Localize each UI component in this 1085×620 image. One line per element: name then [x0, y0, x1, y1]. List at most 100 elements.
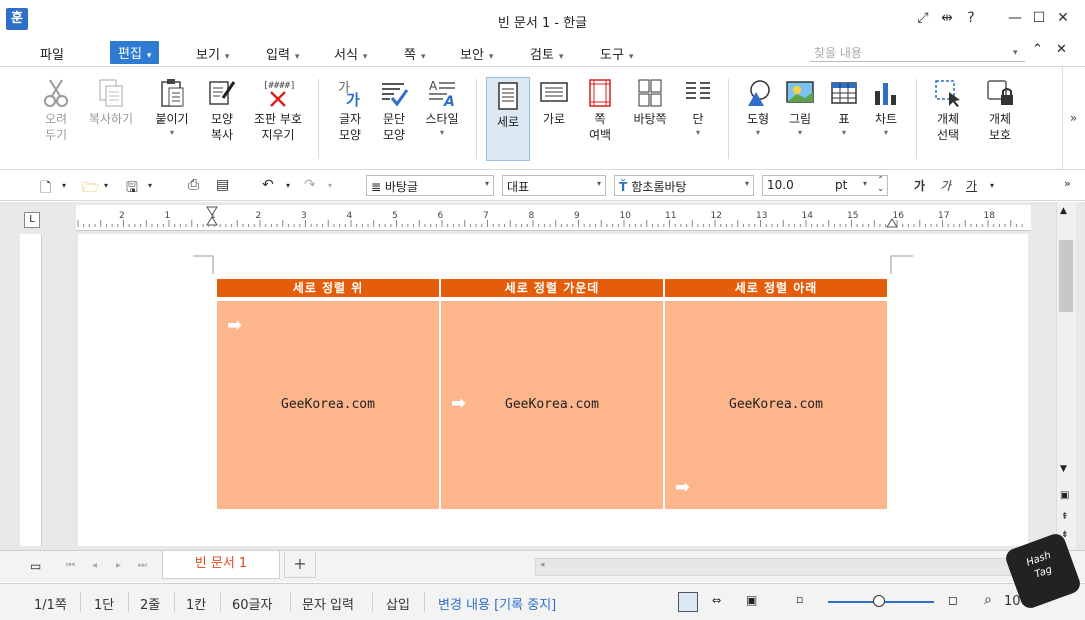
style-select[interactable]: ≣ 바탕글 ▾	[366, 175, 494, 196]
maximize-icon[interactable]: ☐	[1028, 10, 1050, 26]
style-dropdown-icon[interactable]: ▾	[416, 127, 468, 139]
menu-page[interactable]: 쪽 ▾	[404, 44, 426, 63]
object-protect-button[interactable]: 개체 보호	[974, 75, 1026, 143]
prev-tab-icon[interactable]: ◂	[92, 560, 97, 571]
columns-button[interactable]: 단 ▾	[672, 75, 724, 139]
chart-dropdown-icon[interactable]: ▾	[860, 127, 912, 139]
redo-icon[interactable]: ↷	[304, 177, 316, 193]
horizontal-ruler[interactable]: 2 1 1 2 3 4 5 6 7 8 9 10 11 12 13 14 15 16 17 18	[76, 205, 1031, 231]
fullscreen-icon[interactable]: ⤢	[912, 10, 934, 26]
menu-edit[interactable]: 편집 ▾	[110, 41, 160, 64]
new-dropdown-icon[interactable]: ▾	[62, 181, 66, 190]
ruler-label: 10	[620, 211, 632, 221]
cut-button[interactable]: 오려 두기	[30, 75, 82, 143]
menu-tools[interactable]: 도구 ▾	[600, 44, 633, 63]
zoom-out-icon[interactable]: ▫	[796, 593, 803, 606]
menu-security[interactable]: 보안 ▾	[460, 44, 493, 63]
italic-button[interactable]: 가	[940, 177, 951, 194]
columns-dropdown-icon[interactable]: ▾	[672, 127, 724, 139]
table-header-cell[interactable]: 세로 정렬 가운데	[441, 279, 663, 297]
menu-view[interactable]: 보기 ▾	[196, 44, 229, 63]
help-icon[interactable]: ?	[960, 10, 982, 26]
open-dropdown-icon[interactable]: ▾	[104, 181, 108, 190]
normal-view-icon[interactable]	[678, 592, 698, 612]
scroll-down-icon[interactable]: ▼	[1060, 464, 1067, 474]
first-tab-icon[interactable]: ⏮	[66, 560, 75, 571]
ruler-label: 9	[574, 211, 580, 221]
table-cell-middle[interactable]: ➡ GeeKorea.com	[441, 301, 663, 509]
scroll-up-icon[interactable]: ▲	[1060, 206, 1067, 216]
horizontal-scrollbar[interactable]: ◂	[535, 558, 1015, 576]
copy-icon	[82, 75, 140, 111]
status-insert-mode[interactable]: 삽입	[386, 594, 410, 613]
menu-file[interactable]: 파일	[40, 44, 64, 63]
ribbon-collapse-icon[interactable]: ⌃	[1032, 42, 1043, 57]
undo-dropdown-icon[interactable]: ▾	[286, 181, 290, 190]
minimize-icon[interactable]: —	[1004, 10, 1026, 26]
page-margin-button[interactable]: 쪽 여백	[574, 75, 626, 143]
vertical-orientation-button[interactable]: 세로	[486, 77, 530, 161]
zoom-in-icon[interactable]: ◻	[948, 593, 958, 607]
status-input-mode[interactable]: 문자 입력	[302, 594, 354, 613]
print-icon[interactable]: ⎙	[188, 177, 199, 193]
scroll-left-icon[interactable]: ◂	[540, 560, 545, 570]
table-cell-top[interactable]: ➡ GeeKorea.com	[217, 301, 439, 509]
table-header-cell[interactable]: 세로 정렬 아래	[665, 279, 887, 297]
new-document-icon[interactable]: 🗋	[40, 177, 51, 201]
zoom-magnifier-icon[interactable]: ⌕	[984, 592, 992, 608]
add-tab-button[interactable]: +	[284, 552, 316, 578]
underline-dropdown-icon[interactable]: ▾	[990, 181, 994, 190]
status-track-changes[interactable]: 변경 내용 [기록 중지]	[438, 594, 556, 613]
last-tab-icon[interactable]: ⏭	[138, 560, 147, 571]
preview-icon[interactable]: ▤	[216, 177, 229, 193]
chart-button[interactable]: 차트 ▾	[860, 75, 912, 139]
page-view-icon[interactable]: ▣	[1060, 490, 1069, 501]
save-icon[interactable]: 🖫	[126, 177, 138, 201]
format-copy-button[interactable]: 모양 복사	[196, 75, 248, 143]
doc-close-icon[interactable]: ✕	[1056, 42, 1067, 57]
paste-dropdown-icon[interactable]: ▾	[146, 127, 198, 139]
vertical-scroll-thumb[interactable]	[1059, 240, 1073, 312]
next-tab-icon[interactable]: ▸	[116, 560, 121, 571]
style-button[interactable]: AA 스타일 ▾	[416, 75, 468, 139]
clear-marks-button[interactable]: [####] 조판 부호 지우기	[246, 75, 310, 143]
para-shape-button[interactable]: 문단 모양	[368, 75, 420, 143]
font-size-spinner[interactable]: ⌃ ⌄	[877, 175, 884, 193]
toolbar-expand-icon[interactable]: »	[1064, 177, 1071, 190]
save-dropdown-icon[interactable]: ▾	[148, 181, 152, 190]
ribbon-expand-icon[interactable]: »	[1062, 67, 1084, 169]
bold-button[interactable]: 가	[914, 177, 925, 194]
status-page[interactable]: 1/1쪽	[34, 594, 67, 613]
table-header-cell[interactable]: 세로 정렬 위	[217, 279, 439, 297]
font-select[interactable]: Ť 함초롬바탕 ▾	[614, 175, 754, 196]
close-icon[interactable]: ✕	[1052, 10, 1074, 26]
background-page-button[interactable]: 바탕쪽	[624, 75, 676, 127]
paste-button[interactable]: 붙이기 ▾	[146, 75, 198, 139]
prev-page-icon[interactable]: ⇞	[1061, 512, 1069, 522]
open-folder-icon[interactable]: 🗁	[82, 177, 99, 201]
full-page-view-icon[interactable]: ▣	[746, 593, 757, 607]
undo-icon[interactable]: ↶	[262, 177, 274, 193]
ruler-label: 4	[347, 211, 353, 221]
horizontal-orientation-button[interactable]: 가로	[528, 75, 580, 127]
menu-review[interactable]: 검토 ▾	[530, 44, 563, 63]
vertical-ruler[interactable]	[20, 234, 42, 546]
menu-format[interactable]: 서식 ▾	[334, 44, 367, 63]
ruler-ticks: 2 1 1 2 3 4 5 6 7 8 9 10 11 12 13 14 15 16 17 18	[77, 206, 1023, 228]
font-size-select[interactable]: 10.0 pt ▾ ⌃ ⌄	[762, 175, 888, 196]
doc-list-icon[interactable]: ▭	[30, 559, 41, 573]
menu-insert[interactable]: 입력 ▾	[266, 44, 299, 63]
table-cell-bottom[interactable]: ➡ GeeKorea.com	[665, 301, 887, 509]
language-select[interactable]: 대표 ▾	[502, 175, 606, 196]
split-icon[interactable]: ⇹	[936, 10, 958, 26]
find-dropdown-icon[interactable]: ▾	[1008, 44, 1018, 59]
width-view-icon[interactable]: ⇔	[712, 594, 721, 607]
copy-button[interactable]: 복사하기	[82, 75, 140, 127]
find-input[interactable]: 찾을 내용	[810, 42, 1025, 62]
tab-document-1[interactable]: 빈 문서 1	[162, 551, 280, 579]
zoom-slider-thumb[interactable]	[873, 595, 885, 607]
underline-button[interactable]: 가	[966, 177, 977, 194]
tab-type-icon[interactable]: L	[24, 212, 40, 228]
redo-dropdown-icon[interactable]: ▾	[328, 181, 332, 190]
object-select-button[interactable]: 개체 선택	[922, 75, 974, 143]
